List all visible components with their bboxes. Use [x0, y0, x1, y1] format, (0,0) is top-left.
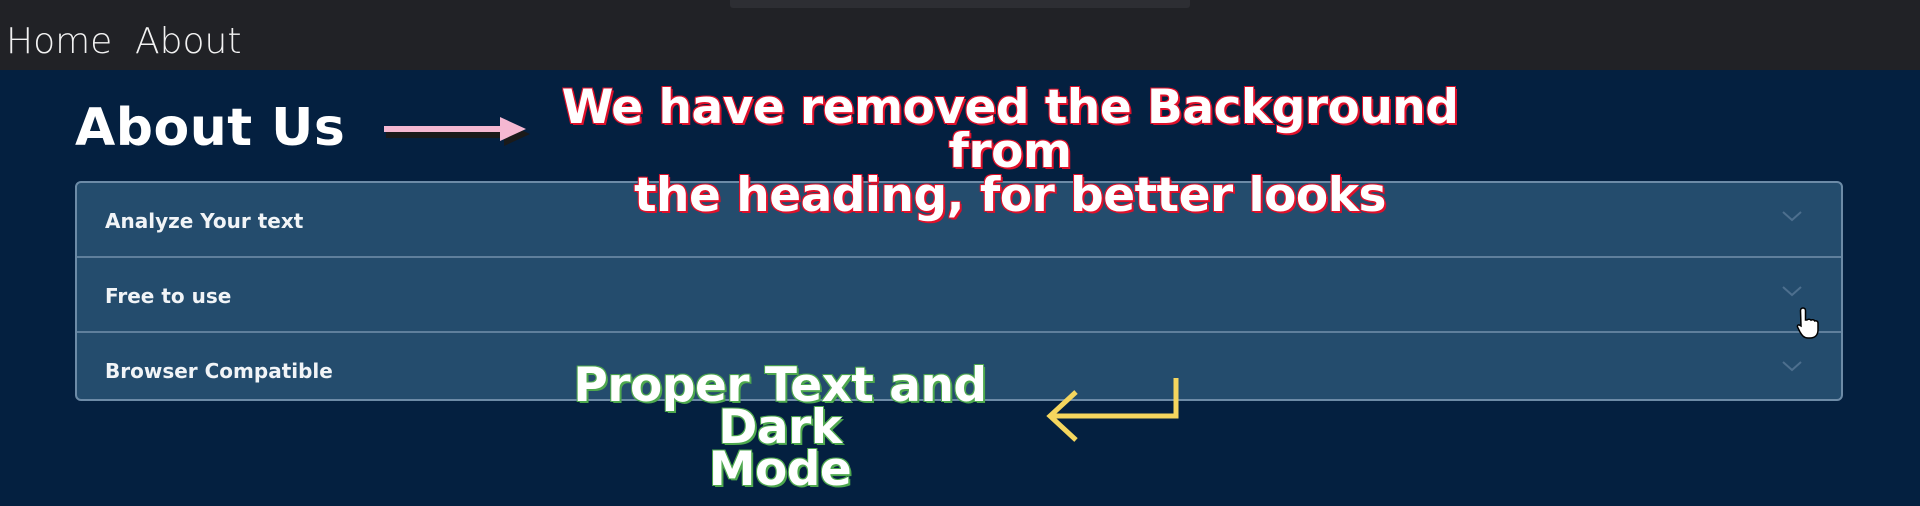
annotation-line: Mode [708, 442, 852, 497]
chevron-down-icon[interactable] [1779, 353, 1805, 379]
page-title: About Us [75, 98, 346, 158]
accordion-item-label: Analyze Your text [105, 209, 304, 233]
chevron-down-icon[interactable] [1779, 203, 1805, 229]
arrow-right-icon [380, 112, 536, 152]
annotation-line: Proper Text and Dark [573, 358, 987, 455]
window-tab-strip [730, 0, 1190, 8]
annotation-line: the heading, for better looks [634, 168, 1386, 223]
chevron-down-icon[interactable] [1779, 278, 1805, 304]
accordion-item-label: Browser Compatible [105, 359, 333, 383]
accordion-item-label: Free to use [105, 284, 232, 308]
accordion-item-free[interactable]: Free to use [77, 258, 1841, 333]
top-navbar: Home About [0, 0, 1920, 70]
nav-link-home[interactable]: Home [6, 18, 112, 66]
page: Home About About Us Analyze Your text Fr… [0, 0, 1920, 506]
annotation-dark-mode-note: Proper Text and Dark Mode [520, 358, 1040, 497]
hand-pointer-icon [1796, 306, 1820, 344]
nav-link-about[interactable]: About [135, 18, 241, 66]
return-arrow-icon [1040, 374, 1180, 448]
annotation-heading-note: We have removed the Background from the … [530, 80, 1490, 223]
annotation-line: We have removed the Background from [561, 80, 1459, 179]
